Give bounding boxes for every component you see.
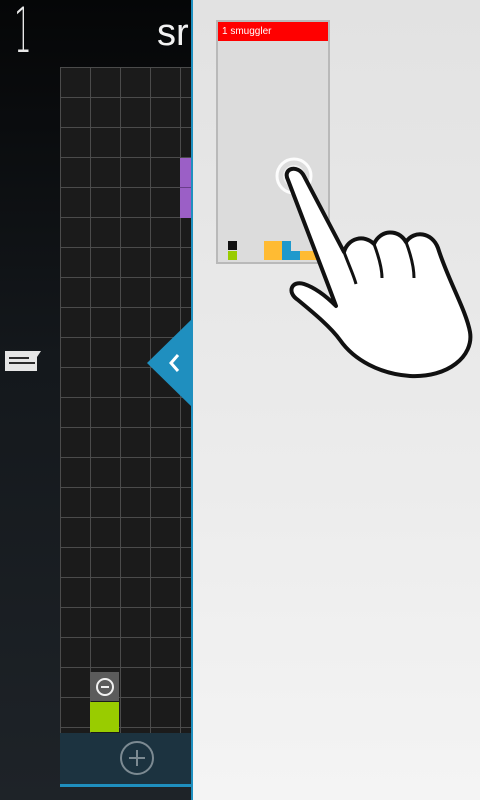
mini-piece-green — [228, 251, 237, 260]
green-block[interactable] — [90, 702, 119, 732]
game-board-panel: 1 sr — [0, 0, 193, 800]
preview-title: 1 smuggler — [218, 22, 328, 41]
chat-bubble-icon[interactable] — [4, 349, 42, 373]
level-title: sr — [157, 12, 189, 54]
minus-circle-icon — [95, 677, 114, 696]
drawer-toggle-button[interactable] — [147, 318, 193, 408]
mini-piece-black — [228, 241, 237, 250]
remove-block-button[interactable] — [90, 672, 119, 701]
tap-hand-icon — [275, 157, 473, 379]
level-number: 1 — [14, 0, 32, 67]
add-block-button[interactable] — [120, 741, 154, 775]
toolbar-underline — [60, 784, 193, 787]
